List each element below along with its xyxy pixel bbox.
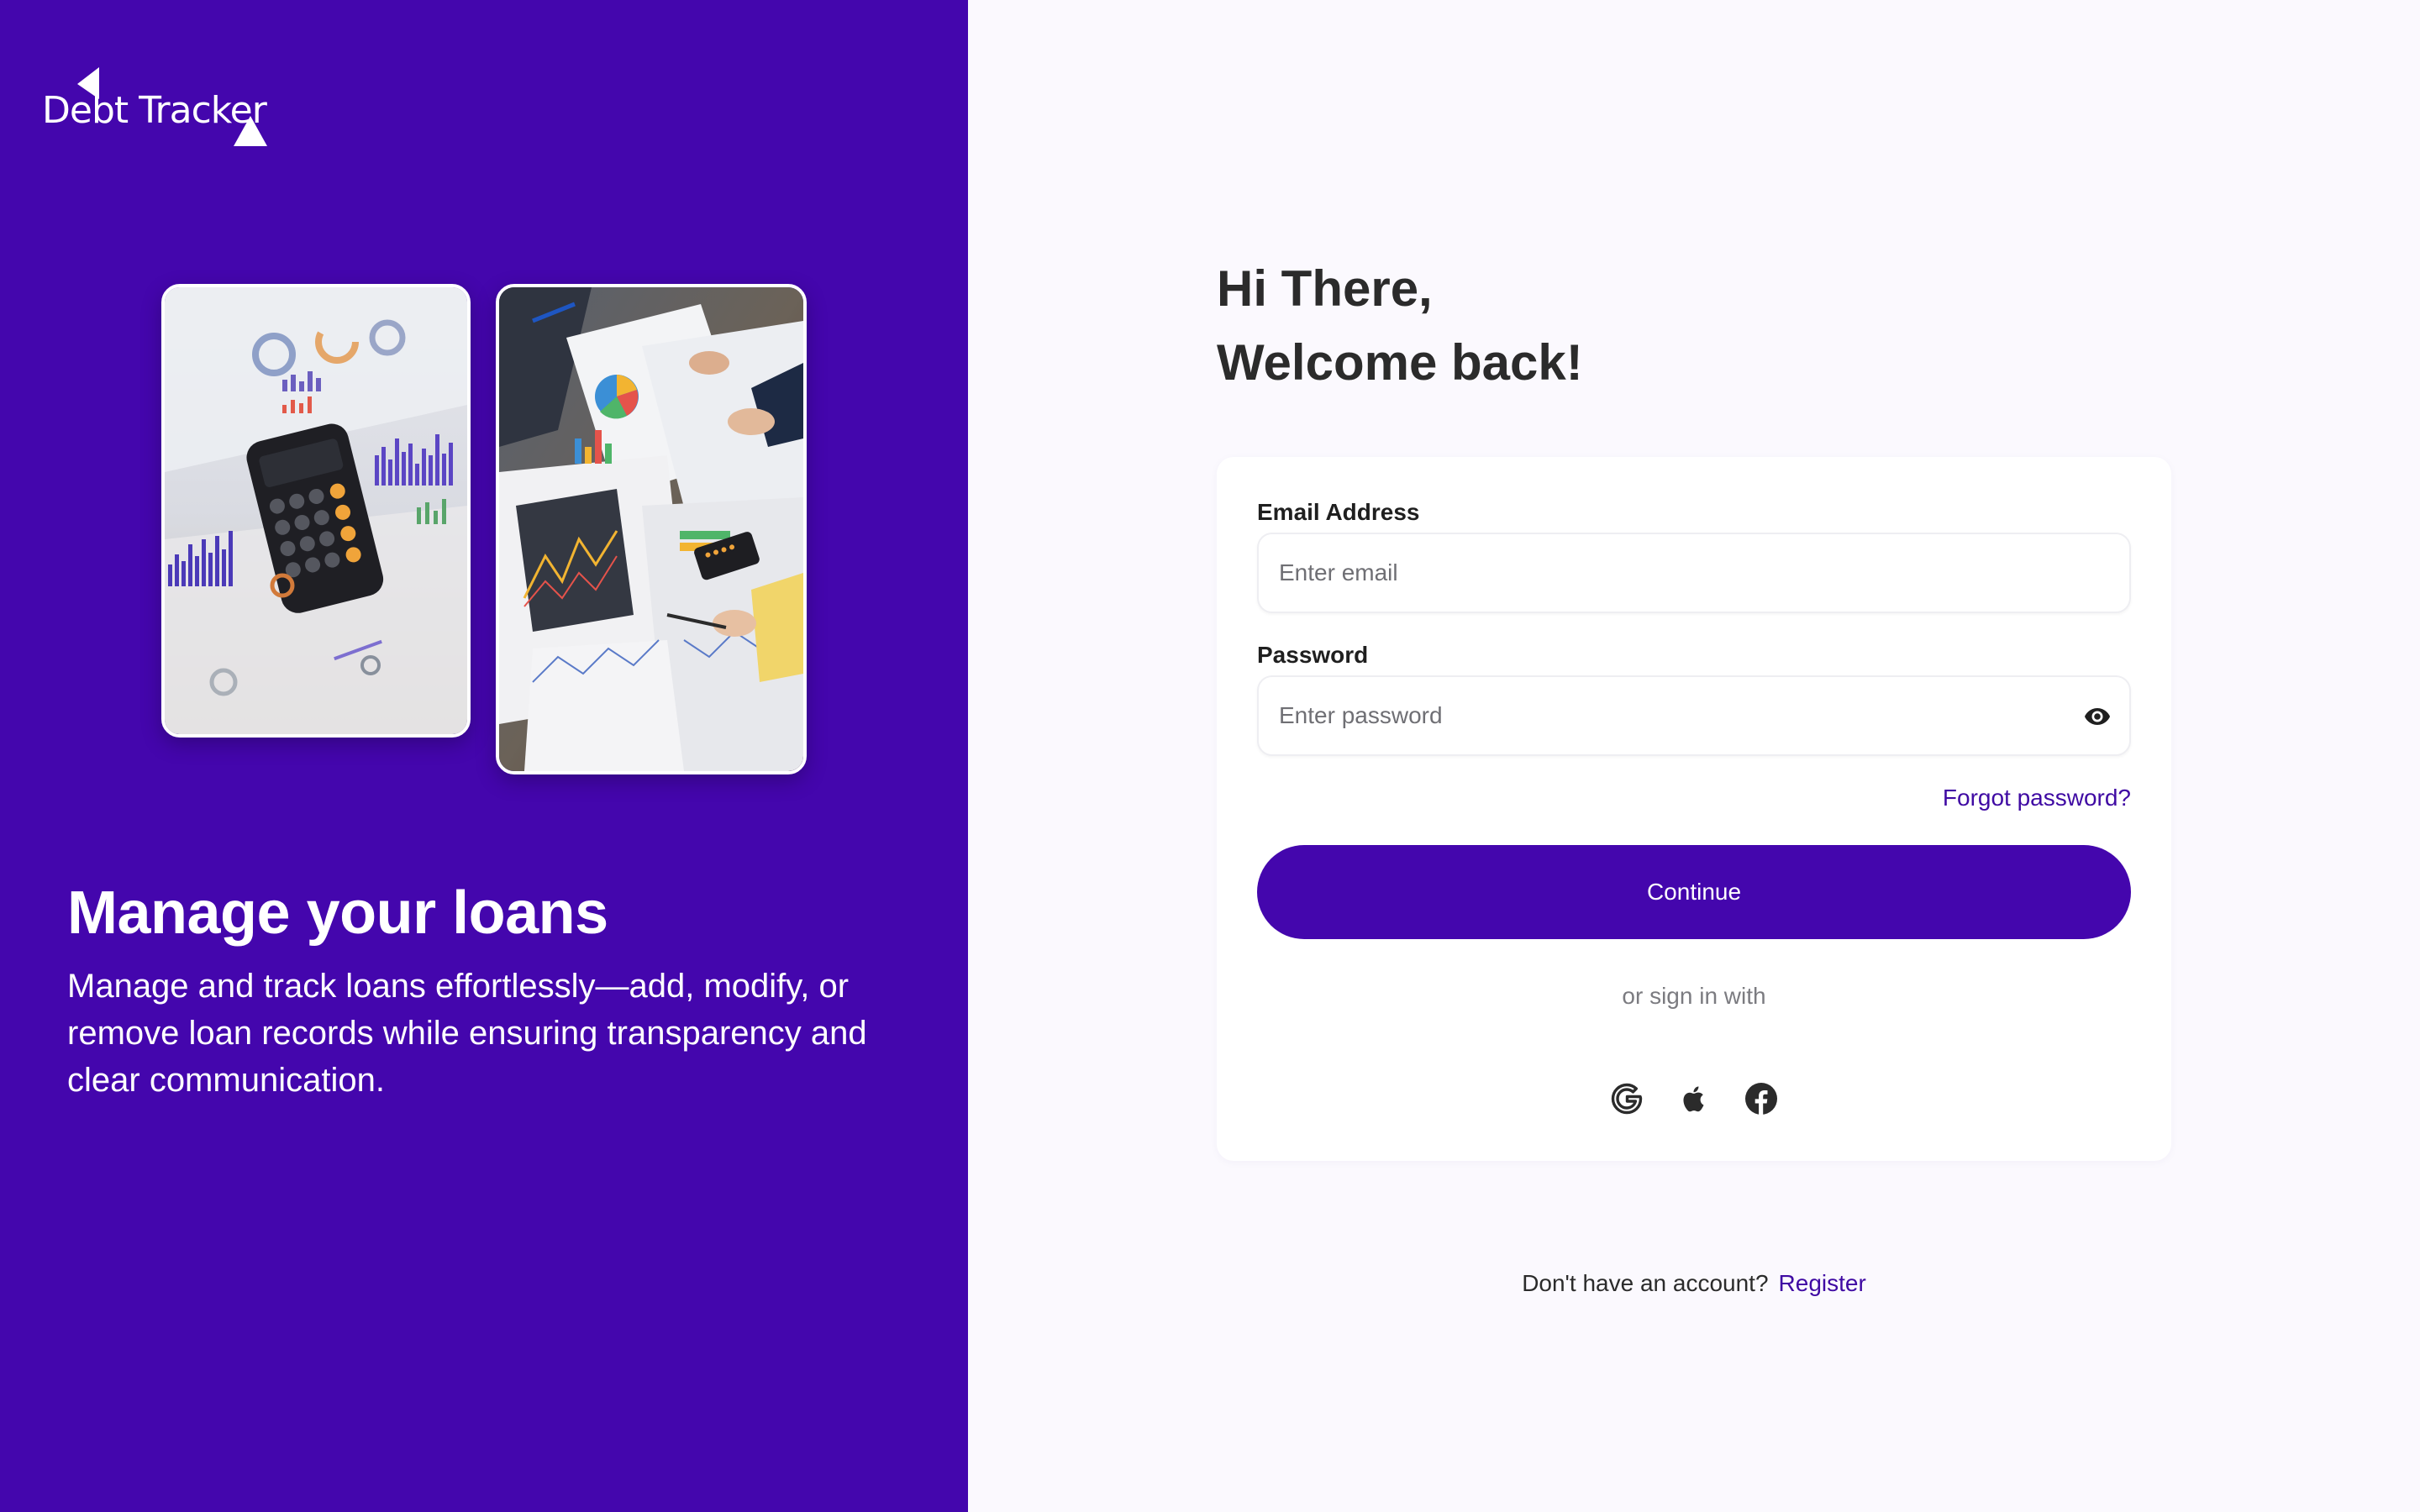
greeting-line-2: Welcome back! (1217, 334, 1583, 391)
alt-signin-text: or sign in with (1622, 983, 1766, 1009)
continue-button[interactable]: Continue (1257, 845, 2131, 939)
register-prompt-text: Don't have an account? (1522, 1270, 1769, 1296)
greeting-line-1: Hi There, (1217, 260, 1433, 317)
hero-description: Manage and track loans effortlessly—add,… (67, 968, 867, 1099)
logo-triangle-bottom-icon (234, 116, 267, 146)
facebook-signin-button[interactable] (1743, 1080, 1780, 1117)
logo-text: Debt Tracker (42, 89, 267, 132)
greeting: Hi There, Welcome back! (1217, 252, 1583, 400)
email-label: Email Address (1257, 499, 1420, 525)
apple-icon (1683, 1086, 1704, 1112)
login-panel: Hi There, Welcome back! Email Address Pa… (968, 0, 2420, 1512)
email-input[interactable] (1259, 534, 2129, 612)
apple-signin-button[interactable] (1676, 1080, 1712, 1117)
google-icon (1611, 1083, 1643, 1115)
financial-reports-photo (496, 284, 807, 774)
password-label: Password (1257, 642, 1369, 668)
eye-icon[interactable] (2084, 705, 2111, 728)
google-signin-button[interactable] (1608, 1080, 1645, 1117)
facebook-icon (1745, 1083, 1777, 1115)
social-signin-group (1217, 1080, 2171, 1117)
login-page: Debt Tracker Manage your loans Manage an… (0, 0, 2420, 1512)
forgot-password-link[interactable]: Forgot password? (1943, 785, 2131, 811)
calculator-charts-photo (161, 284, 471, 738)
brand-logo[interactable]: Debt Tracker (42, 67, 302, 151)
password-input[interactable] (1259, 677, 2129, 754)
password-field-container (1257, 675, 2131, 756)
hero-panel: Debt Tracker Manage your loans Manage an… (0, 0, 968, 1512)
register-prompt: Don't have an account? Register (1217, 1270, 2171, 1297)
register-link[interactable]: Register (1779, 1270, 1866, 1296)
email-field-container (1257, 533, 2131, 613)
hero-title: Manage your loans (67, 879, 608, 947)
login-form-card: Email Address Password Forgot password? … (1217, 457, 2171, 1161)
